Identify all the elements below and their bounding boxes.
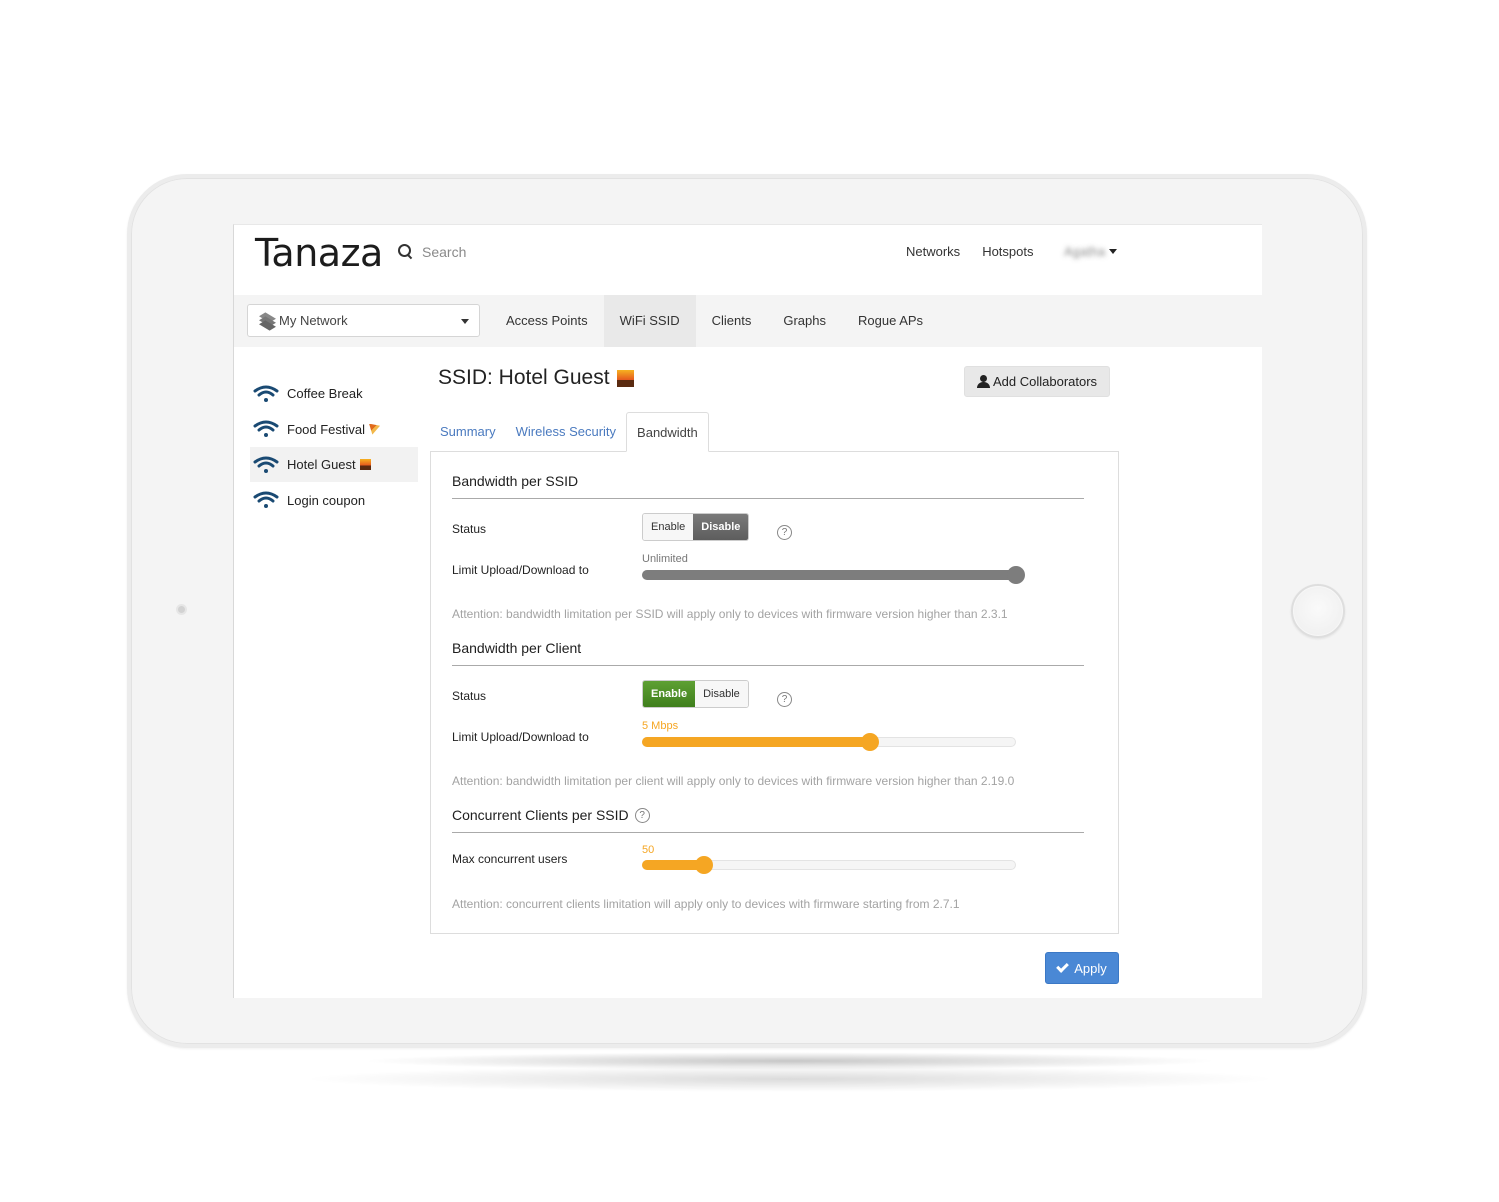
wifi-icon <box>253 456 279 473</box>
network-select-value: My Network <box>279 313 348 328</box>
camera-icon <box>176 604 187 615</box>
page-title-text: SSID: Hotel Guest <box>438 366 610 389</box>
add-collaborators-button[interactable]: Add Collaborators <box>964 366 1111 397</box>
tab-wireless-security[interactable]: Wireless Security <box>506 412 626 452</box>
max-users-slider[interactable] <box>642 856 1016 874</box>
sunset-icon <box>359 459 371 471</box>
tab-clients[interactable]: Clients <box>696 295 768 347</box>
max-users-label: Max concurrent users <box>452 852 568 866</box>
ssid-label: Food Festival <box>287 421 366 437</box>
section-bandwidth-per-client: Bandwidth per Client Status Enable Disab… <box>452 640 1084 788</box>
main-tabs: Access Points WiFi SSID Clients Graphs R… <box>490 295 939 347</box>
attention-note: Attention: bandwidth limitation per SSID… <box>452 607 1008 621</box>
tab-rogue-aps[interactable]: Rogue APs <box>842 295 939 347</box>
ssid-label: Hotel Guest <box>287 457 356 473</box>
sidebar-item-food-festival[interactable]: Food Festival <box>250 412 418 447</box>
tab-bandwidth[interactable]: Bandwidth <box>626 412 709 452</box>
limit-label: Limit Upload/Download to <box>452 563 589 577</box>
search-box[interactable] <box>398 244 572 260</box>
ssid-limit-slider[interactable] <box>642 566 1025 584</box>
tab-summary[interactable]: Summary <box>430 412 506 452</box>
client-limit-slider[interactable] <box>642 733 1016 751</box>
top-bar: Tanaza Networks Hotspots Agatha <box>234 225 1262 295</box>
apply-label: Apply <box>1074 960 1107 976</box>
tablet-shadow-outer <box>300 1066 1280 1092</box>
bandwidth-panel: Bandwidth per SSID Status Enable Disable… <box>430 451 1119 934</box>
section-bandwidth-per-ssid: Bandwidth per SSID Status Enable Disable… <box>452 473 1084 621</box>
network-select[interactable]: My Network <box>247 304 480 337</box>
tab-graphs[interactable]: Graphs <box>767 295 842 347</box>
ssid-sidebar: Coffee Break Food Festival Hotel Guest L… <box>250 376 418 518</box>
ssid-label: Login coupon <box>287 492 366 508</box>
home-button[interactable] <box>1291 584 1345 638</box>
section-title: Concurrent Clients per SSID ? <box>452 807 1084 833</box>
enable-option[interactable]: Enable <box>643 514 694 540</box>
section-title-text: Bandwidth per Client <box>452 640 582 656</box>
section-title: Bandwidth per SSID <box>452 473 1084 499</box>
max-users-value: 50 <box>642 844 655 856</box>
slider-thumb[interactable] <box>861 733 880 751</box>
enable-option[interactable]: Enable <box>643 681 696 707</box>
disable-option[interactable]: Disable <box>693 514 749 540</box>
pizza-icon <box>369 423 381 435</box>
page-title: SSID: Hotel Guest <box>438 366 634 390</box>
help-icon[interactable]: ? <box>777 692 792 707</box>
user-menu[interactable]: Agatha <box>1064 244 1118 259</box>
section-title-text: Bandwidth per SSID <box>452 473 579 489</box>
sub-nav: My Network Access Points WiFi SSID Clien… <box>234 295 1262 347</box>
tab-access-points[interactable]: Access Points <box>490 295 604 347</box>
user-name: Agatha <box>1064 244 1106 259</box>
slider-fill <box>642 737 871 747</box>
caret-down-icon <box>1109 249 1118 254</box>
ssid-tabs: Summary Wireless Security Bandwidth <box>430 412 709 452</box>
attention-note: Attention: concurrent clients limitation… <box>452 897 960 911</box>
slider-thumb[interactable] <box>694 856 713 874</box>
tab-wifi-ssid[interactable]: WiFi SSID <box>603 295 696 347</box>
check-icon <box>1056 959 1070 973</box>
sunset-icon <box>616 369 634 387</box>
section-title: Bandwidth per Client <box>452 640 1084 666</box>
apply-button[interactable]: Apply <box>1045 952 1119 984</box>
layers-icon <box>259 311 277 331</box>
wifi-icon <box>253 491 279 509</box>
search-input[interactable] <box>422 244 572 260</box>
wifi-icon <box>253 385 279 402</box>
section-title-text: Concurrent Clients per SSID <box>452 807 629 823</box>
user-icon <box>977 375 990 388</box>
sidebar-item-hotel-guest[interactable]: Hotel Guest <box>250 447 418 483</box>
disable-option[interactable]: Disable <box>695 681 748 707</box>
top-nav: Networks Hotspots <box>906 244 1034 259</box>
limit-label: Limit Upload/Download to <box>452 730 589 744</box>
ssid-status-toggle[interactable]: Enable Disable <box>642 513 750 541</box>
wifi-icon <box>253 420 279 438</box>
app-screen: Tanaza Networks Hotspots Agatha My Netwo… <box>233 224 1262 998</box>
help-icon[interactable]: ? <box>777 525 792 540</box>
slider-thumb[interactable] <box>1007 566 1025 584</box>
limit-value: Unlimited <box>642 553 688 565</box>
logo[interactable]: Tanaza <box>255 231 383 275</box>
add-collaborators-label: Add Collaborators <box>993 374 1098 389</box>
status-label: Status <box>452 522 487 536</box>
ssid-label: Coffee Break <box>287 386 363 401</box>
attention-note: Attention: bandwidth limitation per clie… <box>452 774 1015 788</box>
section-concurrent-clients: Concurrent Clients per SSID ? Max concur… <box>452 807 1084 911</box>
client-status-toggle[interactable]: Enable Disable <box>642 680 749 708</box>
search-icon <box>398 244 414 260</box>
status-label: Status <box>452 689 487 703</box>
nav-hotspots[interactable]: Hotspots <box>982 244 1033 259</box>
nav-networks[interactable]: Networks <box>906 244 960 259</box>
limit-value: 5 Mbps <box>642 720 679 732</box>
sidebar-item-coffee-break[interactable]: Coffee Break <box>250 376 418 411</box>
sidebar-item-login-coupon[interactable]: Login coupon <box>250 483 418 518</box>
help-icon[interactable]: ? <box>634 807 650 823</box>
chevron-down-icon <box>461 319 469 324</box>
slider-fill <box>642 570 1016 580</box>
